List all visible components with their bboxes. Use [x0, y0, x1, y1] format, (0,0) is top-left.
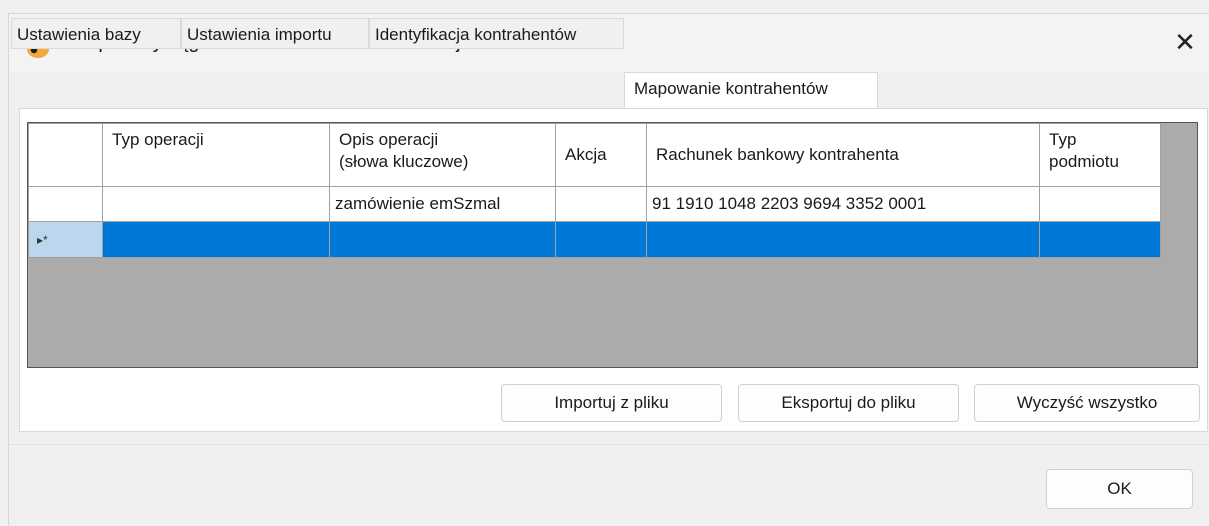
column-header-typ-operacji[interactable]: Typ operacji	[102, 123, 330, 187]
tab-label: Mapowanie kontrahentów	[634, 79, 828, 98]
grid-corner-cell[interactable]	[28, 123, 103, 187]
clear-all-button[interactable]: Wyczyść wszystko	[974, 384, 1200, 422]
tab-ustawienia-importu[interactable]: Ustawienia importu	[181, 18, 369, 49]
column-header-label: Rachunek bankowy kontrahenta	[656, 145, 899, 164]
tab-identyfikacja-kontrahentow[interactable]: Identyfikacja kontrahentów	[369, 18, 624, 49]
cell-akcja[interactable]	[555, 186, 647, 222]
grid-header-row: Typ operacji Opis operacji (słowa kluczo…	[28, 123, 1161, 187]
new-row-marker[interactable]: ▸*	[28, 221, 103, 258]
new-cell-opis[interactable]	[329, 221, 556, 258]
column-header-rachunek[interactable]: Rachunek bankowy kontrahenta	[646, 123, 1040, 187]
column-header-label: Akcja	[565, 145, 607, 164]
new-cell-typ-podmiotu[interactable]	[1039, 221, 1161, 258]
column-header-opis-operacji[interactable]: Opis operacji (słowa kluczowe)	[329, 123, 556, 187]
new-cell-rachunek[interactable]	[646, 221, 1040, 258]
close-icon[interactable]: ✕	[1167, 24, 1203, 60]
cell-opis[interactable]: zamówienie emSzmal	[329, 186, 556, 222]
column-header-label: podmiotu	[1049, 152, 1119, 171]
tab-mapowanie-kontrahentow[interactable]: Mapowanie kontrahentów	[624, 72, 878, 108]
cell-typ-operacji[interactable]	[102, 186, 330, 222]
tab-label: Identyfikacja kontrahentów	[375, 25, 577, 44]
cell-rachunek[interactable]: 91 1910 1048 2203 9694 3352 0001	[646, 186, 1040, 222]
app-window: Eksport wyciągów do Finka FK \ KPR - wer…	[8, 13, 1209, 526]
new-row[interactable]: ▸*	[28, 221, 1161, 258]
cell-typ-podmiotu[interactable]	[1039, 186, 1161, 222]
data-grid[interactable]: Typ operacji Opis operacji (słowa kluczo…	[27, 122, 1198, 368]
tab-ustawienia-bazy[interactable]: Ustawienia bazy	[11, 18, 181, 49]
table-row[interactable]: zamówienie emSzmal 91 1910 1048 2203 969…	[28, 186, 1161, 222]
column-header-label: Typ	[1049, 130, 1077, 149]
new-cell-akcja[interactable]	[555, 221, 647, 258]
row-header-cell[interactable]	[28, 186, 103, 222]
column-header-label: Opis operacji	[339, 130, 439, 149]
tab-label: Ustawienia bazy	[17, 25, 141, 44]
tab-label: Ustawienia importu	[187, 25, 332, 44]
column-header-akcja[interactable]: Akcja	[555, 123, 647, 187]
export-to-file-button[interactable]: Eksportuj do pliku	[738, 384, 959, 422]
ok-button[interactable]: OK	[1046, 469, 1193, 509]
column-header-label: (słowa kluczowe)	[339, 152, 469, 171]
import-from-file-button[interactable]: Importuj z pliku	[501, 384, 722, 422]
new-cell-typ-operacji[interactable]	[102, 221, 330, 258]
divider	[9, 444, 1209, 445]
column-header-typ-podmiotu[interactable]: Typ podmiotu	[1039, 123, 1161, 187]
column-header-label: Typ operacji	[112, 130, 204, 149]
